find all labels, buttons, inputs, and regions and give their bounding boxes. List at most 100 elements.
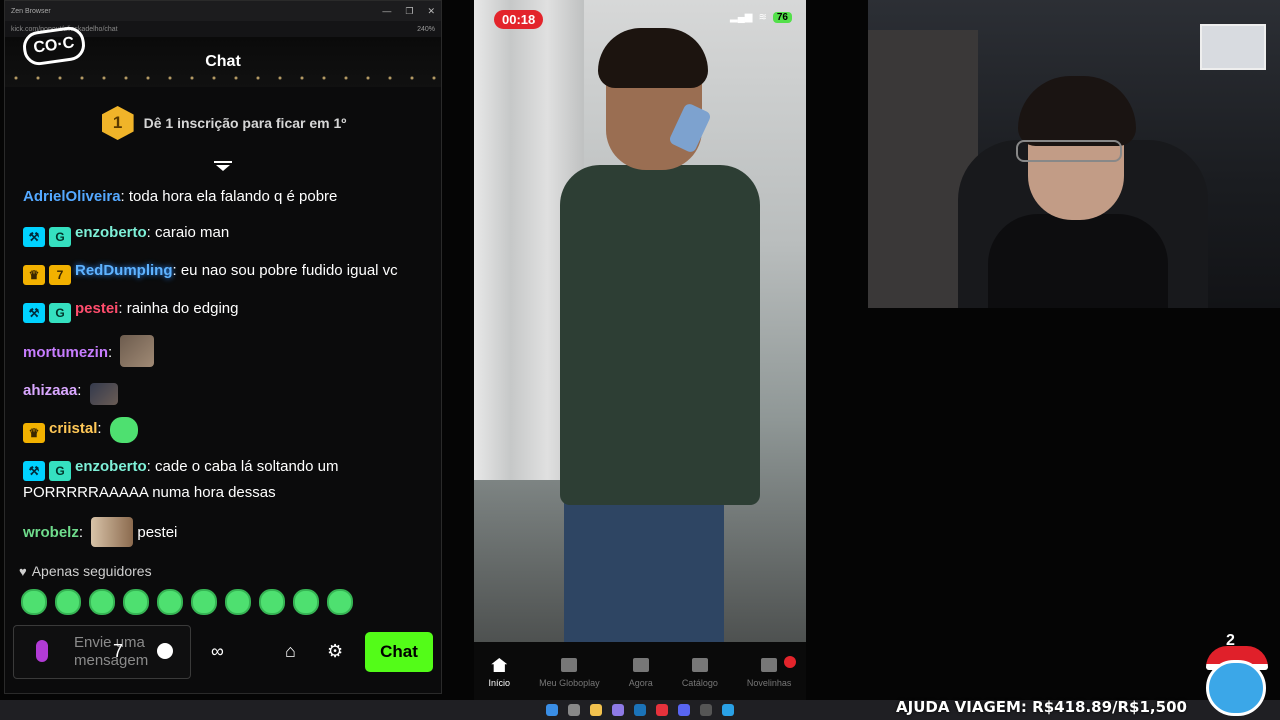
emote-button[interactable]	[89, 589, 115, 615]
chat-username[interactable]: AdrielOliveira	[23, 188, 121, 205]
nav-label: Novelinhas	[746, 678, 792, 688]
moderator-sword-icon: ⚒	[23, 227, 45, 247]
person-legs	[564, 500, 724, 650]
promo-text: Dê 1 inscrição para ficar em 1º	[143, 115, 347, 131]
gifter-badge-icon: 7	[49, 265, 71, 285]
discord-icon[interactable]	[678, 704, 690, 716]
nav-item-inicio[interactable]: Início	[488, 658, 511, 688]
emote-button[interactable]	[157, 589, 183, 615]
zoom-level[interactable]: 240%	[417, 26, 435, 33]
quick-emote-row	[21, 589, 353, 615]
steam-icon[interactable]	[634, 704, 646, 716]
phone-status-bar: ▂▄▆ ≋ 76	[730, 12, 792, 23]
catalog-icon	[691, 658, 708, 672]
emoji-picker-icon[interactable]	[157, 643, 173, 659]
chat-message: AdrielOliveira: toda hora ela falando q …	[23, 188, 338, 205]
moderator-sword-icon: ⚒	[23, 303, 45, 323]
chat-username[interactable]: criistal	[49, 420, 97, 437]
emote-button[interactable]	[123, 589, 149, 615]
novelinhas-icon	[761, 658, 778, 672]
emote-button[interactable]	[55, 589, 81, 615]
screen: Zen Browser — ❐ ✕ kick.com/popout/aliask…	[0, 0, 1280, 720]
heart-icon: ♥	[19, 563, 27, 579]
sub-promo[interactable]: 1 Dê 1 inscrição para ficar em 1º	[5, 101, 443, 145]
youtube-icon[interactable]	[656, 704, 668, 716]
window-controls: — ❐ ✕	[382, 6, 435, 17]
crown-badge-icon: ♛	[23, 265, 45, 285]
emote-button[interactable]	[225, 589, 251, 615]
chat-username[interactable]: wrobelz	[23, 524, 79, 541]
nav-label: Início	[488, 678, 511, 688]
chat-message: ⚒ Genzoberto: caraio man	[23, 221, 433, 247]
nav-item-meu-globoplay[interactable]: Meu Globoplay	[539, 658, 600, 688]
moderator-sword-icon: ⚒	[23, 461, 45, 481]
chat-username[interactable]: enzoberto	[75, 458, 147, 475]
globoplay-nav: Início Meu Globoplay Agora Catálogo Nove…	[474, 642, 806, 700]
emote-button[interactable]	[293, 589, 319, 615]
subscriber-badge-icon: G	[49, 461, 71, 481]
microphone-icon[interactable]	[36, 640, 48, 662]
chat-username[interactable]: enzoberto	[75, 224, 147, 241]
browser-window: Zen Browser — ❐ ✕ kick.com/popout/aliask…	[4, 0, 442, 694]
green-face-emote-icon	[109, 417, 138, 443]
chat-message: wrobelz: pestei	[23, 517, 433, 547]
collapse-pinned-icon[interactable]	[213, 161, 233, 177]
search-icon[interactable]	[568, 704, 580, 716]
christmas-lights	[5, 73, 441, 83]
recording-timer: 00:18	[494, 10, 544, 29]
chat-username[interactable]: mortumezin	[23, 344, 108, 361]
file-explorer-icon[interactable]	[590, 704, 602, 716]
windows-start-icon[interactable]	[546, 704, 558, 716]
signal-icon: ▂▄▆	[730, 12, 753, 23]
wifi-icon: ≋	[758, 12, 767, 23]
cat-emote-icon	[91, 517, 134, 547]
nav-item-catalogo[interactable]: Catálogo	[682, 658, 718, 688]
app-icon[interactable]	[612, 704, 624, 716]
chat-username[interactable]: pestei	[75, 300, 118, 317]
chat-text: caraio man	[155, 224, 230, 241]
maximize-button[interactable]: ❐	[405, 6, 413, 17]
chat-text: rainha do edging	[126, 300, 239, 317]
chat-text: eu nao sou pobre fudido igual vc	[180, 262, 398, 279]
chat-input[interactable]: Envie uma mensagem	[13, 625, 191, 679]
followers-only-label: Apenas seguidores	[31, 563, 152, 579]
send-chat-button[interactable]: Chat	[365, 632, 433, 672]
notification-dot	[784, 656, 796, 668]
streamer-shirt	[988, 214, 1168, 308]
minimize-button[interactable]: —	[382, 6, 391, 17]
mascot-face	[1206, 660, 1266, 716]
person-hair	[598, 28, 708, 88]
store-icon[interactable]: ⌂	[285, 641, 296, 662]
followers-only-notice: ♥ Apenas seguidores	[19, 563, 152, 579]
browser-icon[interactable]	[722, 704, 734, 716]
streamer-glasses	[1016, 140, 1122, 162]
nav-label: Agora	[628, 678, 653, 688]
phone-video: 00:18 ▂▄▆ ≋ 76 Início Meu Globoplay Agor…	[474, 0, 806, 700]
nav-item-agora[interactable]: Agora	[629, 658, 653, 688]
chat-message: ⚒ Genzoberto: cade o caba lá soltando um …	[23, 458, 339, 501]
chat-message: ♛ 7 RedDumpling: eu nao sou pobre fudido i…	[23, 259, 433, 285]
chat-username[interactable]: ahizaaa	[23, 382, 77, 399]
emote-button[interactable]	[259, 589, 285, 615]
folder-icon	[561, 658, 578, 672]
infinity-icon[interactable]: ∞	[211, 641, 226, 662]
donation-goal: AJUDA VIAGEM: R$418.89/R$1,500	[896, 698, 1187, 716]
subscriber-badge-icon: G	[49, 303, 71, 323]
emote-button[interactable]	[21, 589, 47, 615]
emote-button[interactable]	[327, 589, 353, 615]
close-button[interactable]: ✕	[427, 6, 435, 17]
chat-username[interactable]: RedDumpling	[75, 262, 173, 279]
obs-icon[interactable]	[700, 704, 712, 716]
chat-messages: AdrielOliveira: toda hora ela falando q …	[23, 185, 433, 559]
nav-label: Catálogo	[681, 678, 718, 688]
browser-titlebar: Zen Browser — ❐ ✕	[5, 1, 441, 21]
home-icon	[491, 658, 508, 672]
settings-gear-icon[interactable]: ⚙	[327, 641, 343, 662]
emote-button[interactable]	[191, 589, 217, 615]
crown-badge-icon: ♛	[23, 423, 45, 443]
battery-indicator: 76	[772, 12, 792, 23]
santa-emote-icon	[120, 335, 155, 367]
seven-tv-icon[interactable]: 7	[113, 641, 123, 662]
mascot-avatar: 2	[1198, 632, 1274, 720]
person-body	[560, 165, 760, 505]
